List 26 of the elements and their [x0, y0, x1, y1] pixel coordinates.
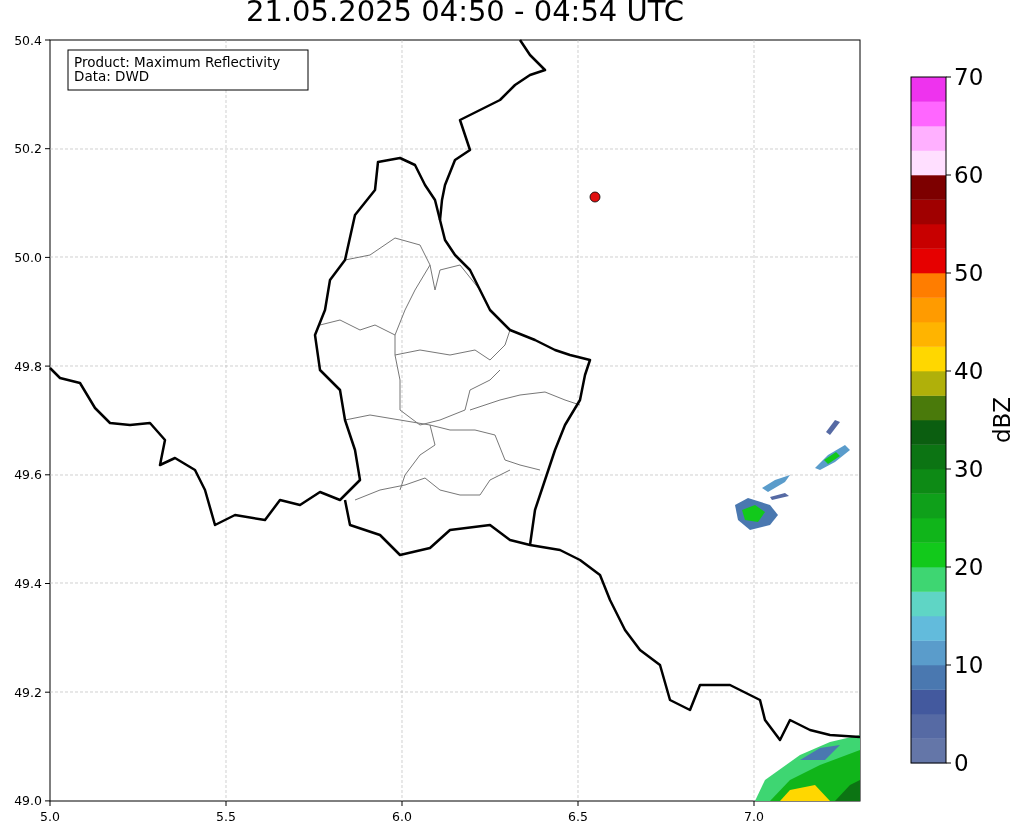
y-tick-label: 50.2 — [14, 141, 42, 157]
colorbar-tick-label: 20 — [954, 554, 984, 580]
y-tick-label: 49.8 — [14, 358, 42, 374]
colorbar-tick-label: 10 — [954, 652, 984, 678]
x-tick-label: 5.0 — [40, 809, 60, 824]
colorbar-tick-label: 70 — [954, 64, 984, 90]
colorbar-label: dBZ — [989, 396, 1015, 444]
y-tick-label: 49.6 — [14, 467, 42, 483]
info-text: Product: Maximum Reflectivity — [74, 54, 281, 70]
colorbar-tick-label: 40 — [954, 358, 984, 384]
chart-title: 21.05.2025 04:50 - 04:54 UTC — [246, 0, 684, 30]
colorbar-tick-label: 60 — [954, 162, 984, 188]
colorbar-tick-label: 0 — [954, 750, 969, 776]
y-tick-label: 49.4 — [14, 576, 42, 591]
x-tick-label: 6.0 — [392, 809, 412, 824]
x-tick-label: 6.5 — [568, 809, 588, 824]
x-tick-label: 7.0 — [744, 809, 764, 824]
y-tick-label: 49.2 — [14, 684, 42, 700]
y-tick-label: 49.0 — [14, 793, 42, 809]
y-tick-label: 50.0 — [14, 249, 42, 265]
y-tick-label: 50.4 — [14, 32, 42, 48]
station-marker — [589, 191, 601, 203]
x-tick-label: 5.5 — [216, 809, 236, 824]
colorbar-tick-label: 50 — [954, 260, 984, 286]
colorbar-tick-label: 30 — [954, 456, 984, 482]
info-text: Data: DWD — [74, 68, 150, 84]
